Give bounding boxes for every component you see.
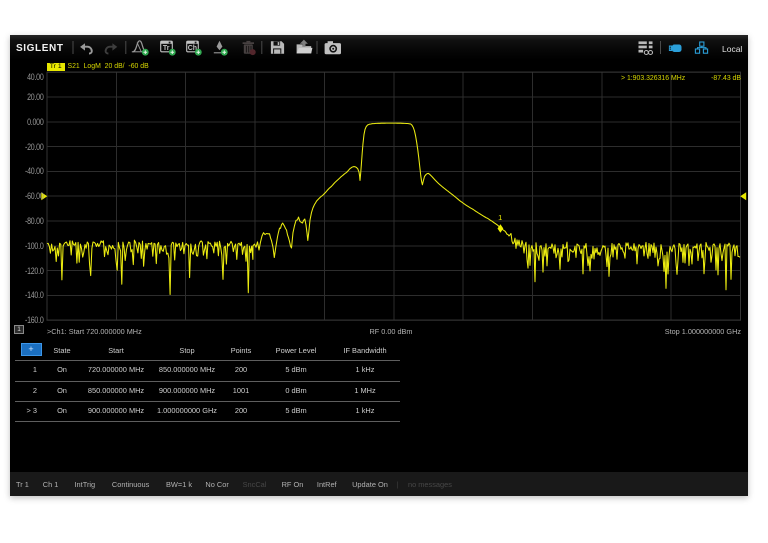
svg-text:1: 1 (498, 213, 502, 222)
svg-text:Tr: Tr (163, 45, 170, 52)
